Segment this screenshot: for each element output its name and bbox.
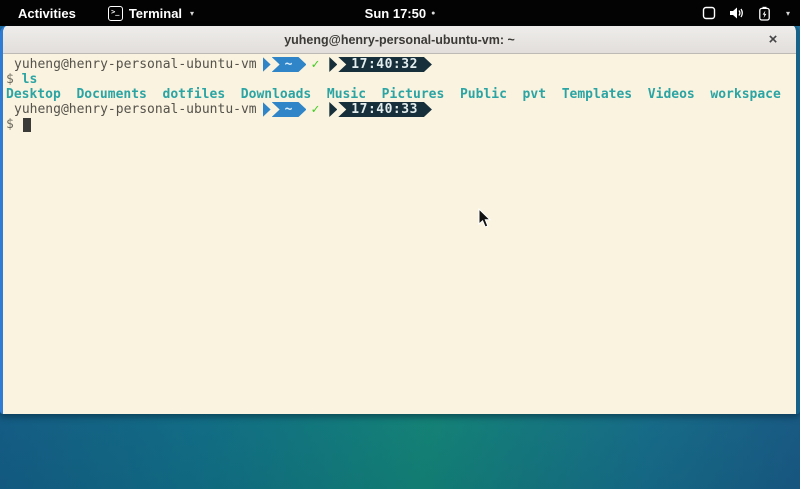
prompt-dir-segment: ~ — [272, 102, 307, 117]
terminal-window: yuheng@henry-personal-ubuntu-vm: ~ × yuh… — [0, 26, 800, 414]
window-titlebar[interactable]: yuheng@henry-personal-ubuntu-vm: ~ × — [3, 26, 796, 54]
powerline-arrow-icon — [263, 57, 271, 72]
volume-icon — [729, 6, 745, 20]
prompt-symbol: $ — [6, 72, 14, 87]
prompt-time-segment: 17:40:32 — [338, 57, 432, 72]
top-bar: Activities >_ Terminal ▾ Sun 17:50 ● ▾ — [0, 0, 800, 26]
prompt-symbol: $ — [6, 117, 14, 132]
prompt-dir-segment: ~ — [272, 57, 307, 72]
prompt-line-2: yuheng@henry-personal-ubuntu-vm ~ ✓ 17:4… — [6, 102, 796, 117]
directory-list: Desktop Documents dotfiles Downloads Mus… — [6, 87, 781, 102]
current-input-line: $ — [6, 117, 796, 132]
screen-icon — [702, 6, 716, 20]
terminal-cursor — [23, 118, 31, 132]
system-status-area[interactable]: ▾ — [702, 6, 790, 21]
prompt-user-host: yuheng@henry-personal-ubuntu-vm — [6, 57, 257, 72]
prompt-line-1: yuheng@henry-personal-ubuntu-vm ~ ✓ 17:4… — [6, 57, 796, 72]
check-icon: ✓ — [311, 57, 319, 72]
activities-button[interactable]: Activities — [12, 4, 82, 23]
app-menu-label: Terminal — [129, 6, 182, 21]
prompt-user-host: yuheng@henry-personal-ubuntu-vm — [6, 102, 257, 117]
clock-label[interactable]: Sun 17:50 — [365, 6, 426, 21]
typed-command: ls — [22, 72, 38, 87]
app-menu-terminal[interactable]: >_ Terminal ▾ — [108, 6, 194, 21]
close-icon[interactable]: × — [764, 31, 782, 49]
powerline-arrow-icon — [329, 57, 337, 72]
terminal-icon: >_ — [108, 6, 123, 21]
terminal-screen[interactable]: yuheng@henry-personal-ubuntu-vm ~ ✓ 17:4… — [3, 54, 796, 413]
battery-charging-icon — [758, 6, 771, 21]
powerline-arrow-icon — [263, 102, 271, 117]
check-icon: ✓ — [311, 102, 319, 117]
window-title: yuheng@henry-personal-ubuntu-vm: ~ — [284, 33, 515, 47]
ls-output-line: Desktop Documents dotfiles Downloads Mus… — [6, 87, 796, 102]
notification-dot-icon: ● — [431, 10, 435, 17]
command-line: $ ls — [6, 72, 796, 87]
chevron-down-icon: ▾ — [190, 9, 194, 18]
powerline-arrow-icon — [329, 102, 337, 117]
caret-down-icon: ▾ — [786, 9, 790, 18]
prompt-time-segment: 17:40:33 — [338, 102, 432, 117]
